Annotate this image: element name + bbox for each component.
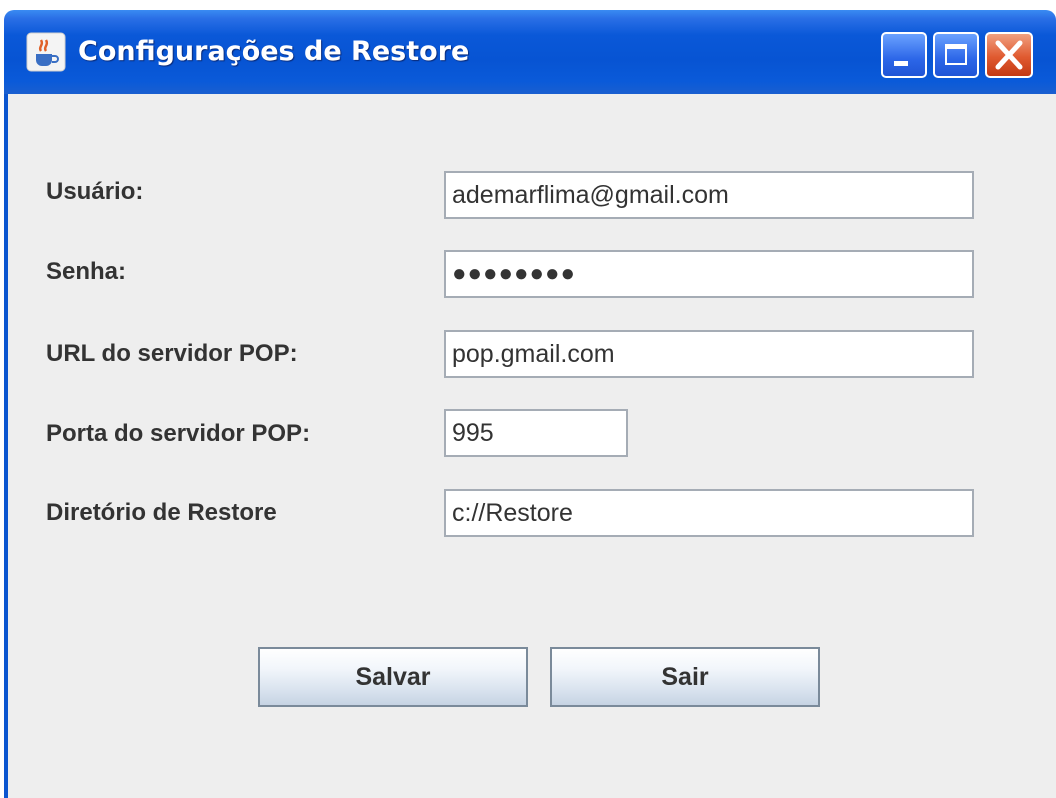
java-cup-icon <box>26 32 66 72</box>
dialog-window: Configurações de Restore Usuário: ademar… <box>0 0 1056 798</box>
diretorio-restore-label: Diretório de Restore <box>46 499 277 526</box>
porta-servidor-pop-label: Porta do servidor POP: <box>46 420 311 447</box>
minimize-button[interactable] <box>881 32 927 78</box>
maximize-button[interactable] <box>933 32 979 78</box>
senha-label: Senha: <box>46 258 127 285</box>
url-servidor-pop-label: URL do servidor POP: <box>46 340 298 367</box>
title-bar[interactable]: Configurações de Restore <box>4 10 1056 94</box>
minimize-icon <box>894 61 908 66</box>
url-servidor-pop-input[interactable]: pop.gmail.com <box>444 330 974 378</box>
sair-button[interactable]: Sair <box>550 647 820 707</box>
dialog-body: Usuário: ademarflima@gmail.com Senha: ●●… <box>4 94 1056 798</box>
maximize-icon <box>945 44 967 65</box>
diretorio-restore-input[interactable]: c://Restore <box>444 489 974 537</box>
porta-servidor-pop-input[interactable]: 995 <box>444 409 628 457</box>
close-button[interactable] <box>985 32 1033 78</box>
salvar-button[interactable]: Salvar <box>258 647 528 707</box>
usuario-input[interactable]: ademarflima@gmail.com <box>444 171 974 219</box>
senha-input[interactable]: ●●●●●●●● <box>444 250 974 298</box>
close-icon <box>995 40 1023 70</box>
usuario-label: Usuário: <box>46 178 144 205</box>
window-title: Configurações de Restore <box>78 36 470 67</box>
